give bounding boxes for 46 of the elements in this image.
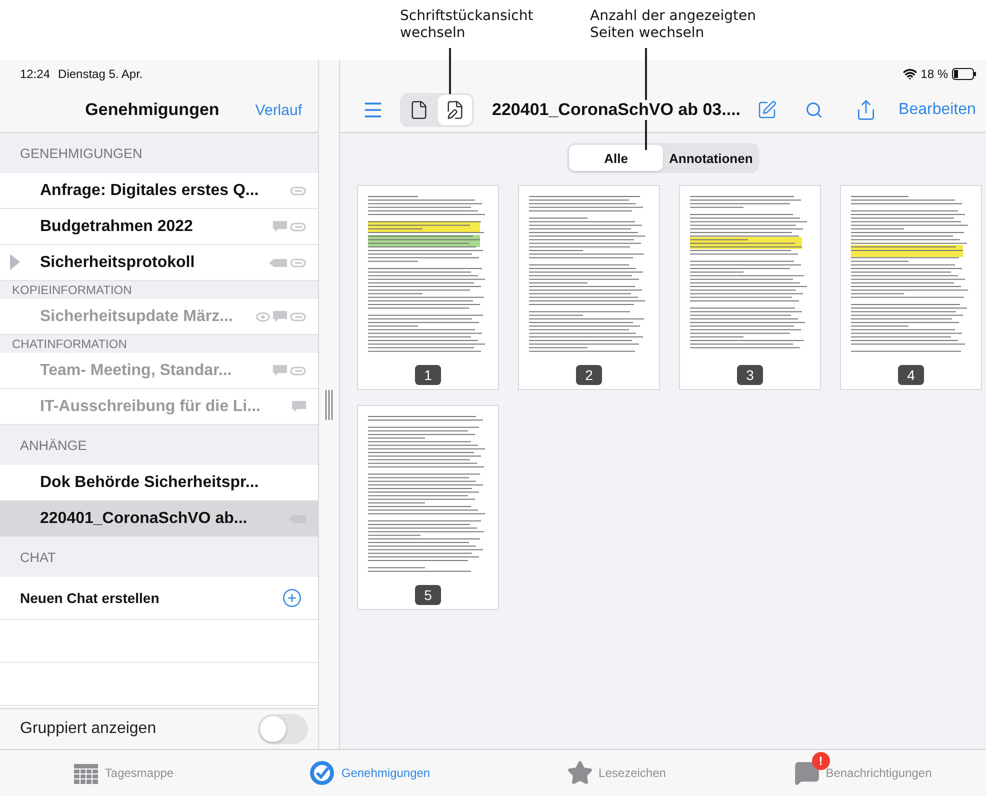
battery-icon	[952, 68, 976, 80]
page-number: 4	[898, 365, 924, 385]
page-pen-icon	[445, 100, 465, 120]
status-date: Dienstag 5. Apr.	[58, 67, 143, 81]
new-chat-label: Neuen Chat erstellen	[20, 590, 160, 606]
calendar-icon	[72, 761, 99, 785]
group-switch[interactable]	[258, 714, 308, 744]
sidebar-item[interactable]: Sicherheitsprotokoll	[0, 245, 318, 281]
resize-handle-icon[interactable]	[325, 390, 333, 420]
status-time: 12:24	[20, 67, 50, 81]
callout-text: Schriftstückansicht wechseln	[400, 8, 534, 42]
sidebar-item[interactable]: Budgetrahmen 2022	[0, 209, 318, 245]
page-number: 1	[415, 365, 441, 385]
tab-bar-item[interactable]: ! Benachrichtigungen	[740, 750, 986, 796]
sidebar-item[interactable]: Anfrage: Digitales erstes Q...	[0, 173, 318, 209]
page-thumbnail[interactable]: 2	[518, 185, 660, 390]
page-thumbnail[interactable]: 1	[357, 185, 499, 390]
star-icon	[566, 760, 593, 786]
sidebar-item[interactable]: 220401_CoronaSchVO ab...	[0, 501, 318, 537]
sidebar-item[interactable]: Dok Behörde Sicherheitspr...	[0, 465, 318, 501]
check-badge-icon	[309, 760, 336, 786]
wifi-icon	[902, 67, 917, 81]
page-number: 5	[415, 585, 441, 605]
section-header: GENEHMIGUNGEN	[0, 133, 318, 173]
page-number: 3	[737, 365, 763, 385]
filter-tab[interactable]: Annotationen	[663, 145, 757, 171]
leader-line	[449, 48, 451, 94]
add-icon[interactable]	[280, 586, 304, 610]
toggle-label: Gruppiert anzeigen	[20, 720, 156, 738]
speech-bubble-icon	[794, 760, 820, 786]
page-icon	[409, 100, 429, 120]
notification-badge: !	[812, 752, 830, 770]
section-header: CHATINFORMATION	[0, 335, 318, 353]
page-thumbnail[interactable]: 5	[357, 405, 499, 610]
sidebar-title: Genehmigungen	[85, 100, 220, 120]
callout-text: Anzahl der angezeigten Seiten wechseln	[590, 8, 756, 42]
page-thumbnail[interactable]: 4	[840, 185, 982, 390]
annotation-view-button[interactable]	[438, 95, 472, 125]
page-number: 2	[576, 365, 602, 385]
section-header: KOPIEINFORMATION	[0, 281, 318, 299]
filter-tab[interactable]: Alle	[569, 145, 663, 171]
document-title: 220401_CoronaSchVO ab 03....	[492, 100, 741, 120]
section-header: CHAT	[0, 537, 318, 577]
battery-percent: 18 %	[920, 67, 948, 81]
page-thumbnail[interactable]: 3	[679, 185, 821, 390]
section-header: ANHÄNGE	[0, 425, 318, 465]
